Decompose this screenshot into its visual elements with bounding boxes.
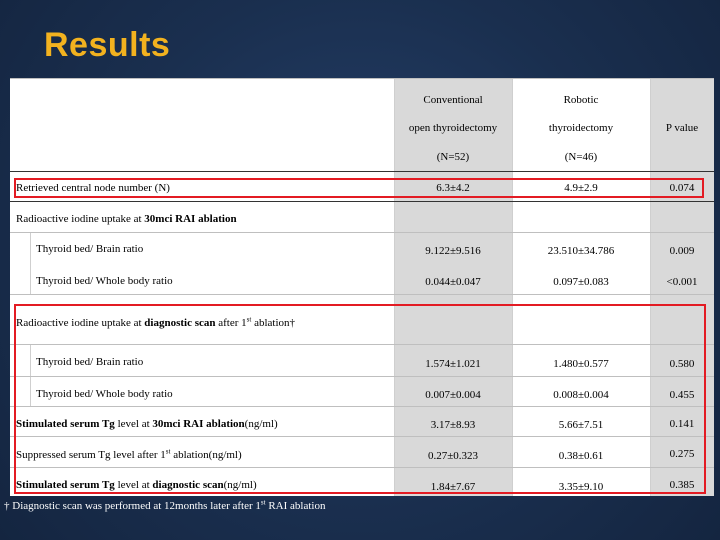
header-robotic-2: thyroidectomy (548, 122, 614, 134)
section-label: Radioactive iodine uptake at 30mci RAI a… (16, 213, 237, 225)
hline (10, 294, 714, 295)
header-robotic-3: (N=46) (564, 151, 598, 163)
header-conventional-3: (N=52) (436, 151, 470, 163)
hline (10, 171, 714, 172)
cell-pvalue: 0.009 (669, 245, 695, 257)
slide-title: Results (44, 26, 171, 64)
row-label: Thyroid bed/ Whole body ratio (36, 275, 173, 287)
cell-conventional: 9.122±9.516 (425, 245, 481, 257)
cell-robotic: 23.510±34.786 (547, 245, 615, 257)
header-pvalue: P value (665, 122, 699, 134)
hline (10, 232, 714, 233)
cell-conventional: 0.044±0.047 (425, 276, 481, 288)
cell-robotic: 0.097±0.083 (553, 276, 609, 288)
header-conventional-1: Conventional (423, 94, 483, 106)
indent-vline (30, 232, 31, 294)
highlight-box-diagnostic (14, 304, 706, 494)
row-label: Thyroid bed/ Brain ratio (36, 243, 144, 255)
hline (10, 78, 714, 79)
footnote: † Diagnostic scan was performed at 12mon… (4, 498, 326, 512)
header-conventional-2: open thyroidectomy (408, 122, 498, 134)
highlight-box-node-number (14, 178, 704, 198)
header-robotic-1: Robotic (563, 94, 599, 106)
cell-pvalue: <0.001 (666, 276, 698, 288)
hline (10, 201, 714, 202)
